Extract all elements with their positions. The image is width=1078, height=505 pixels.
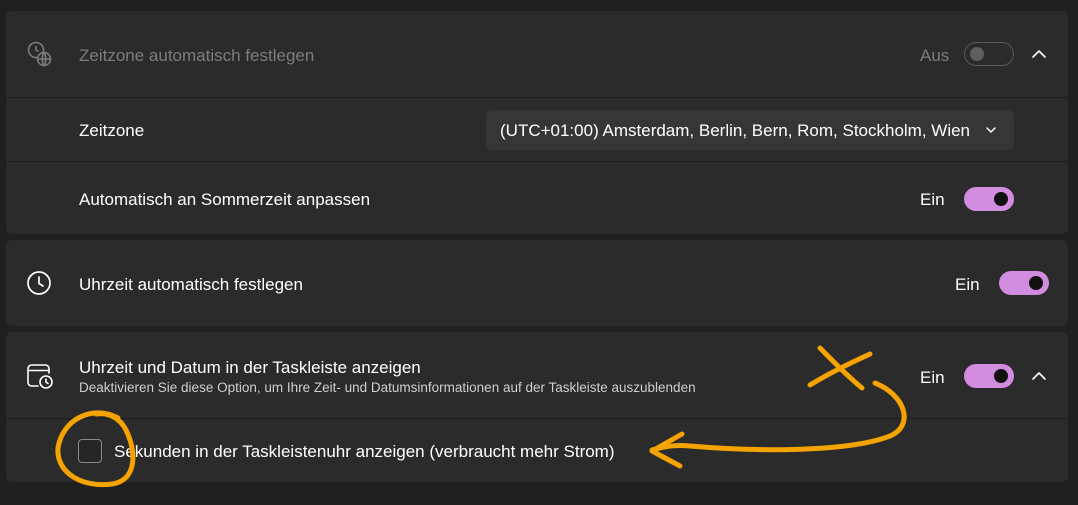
timezone-label: Zeitzone (79, 121, 145, 140)
seconds-checkbox[interactable] (78, 439, 102, 463)
chevron-down-icon (984, 123, 998, 137)
auto-time-state: Ein (955, 275, 980, 294)
timezone-dropdown[interactable]: (UTC+01:00) Amsterdam, Berlin, Bern, Rom… (486, 110, 1014, 150)
auto-timezone-label: Zeitzone automatisch festlegen (79, 46, 315, 65)
toggle-knob (994, 192, 1008, 206)
auto-timezone-state: Aus (920, 46, 950, 65)
dst-state: Ein (920, 190, 945, 209)
timezone-selected-value: (UTC+01:00) Amsterdam, Berlin, Bern, Rom… (500, 121, 971, 140)
toggle-knob (970, 47, 984, 61)
toggle-knob (1029, 276, 1043, 290)
chevron-up-icon[interactable] (1027, 364, 1051, 388)
auto-timezone-row: Zeitzone automatisch festlegen Aus (6, 11, 1068, 97)
seconds-option-row: Sekunden in der Taskleistenuhr anzeigen … (6, 419, 1068, 482)
seconds-option-label: Sekunden in der Taskleistenuhr anzeigen … (114, 442, 615, 461)
auto-time-label: Uhrzeit automatisch festlegen (79, 275, 303, 294)
taskbar-clock-label: Uhrzeit und Datum in der Taskleiste anze… (79, 358, 421, 377)
dst-toggle[interactable] (964, 187, 1014, 211)
timezone-card: Zeitzone automatisch festlegen Aus Zeitz… (6, 11, 1068, 234)
auto-timezone-toggle[interactable] (964, 42, 1014, 66)
taskbar-clock-row: Uhrzeit und Datum in der Taskleiste anze… (6, 332, 1068, 418)
dst-label: Automatisch an Sommerzeit anpassen (79, 190, 371, 209)
taskbar-clock-card: Uhrzeit und Datum in der Taskleiste anze… (6, 332, 1068, 482)
settings-page: Zeitzone automatisch festlegen Aus Zeitz… (0, 0, 1078, 505)
clock-icon (26, 270, 54, 298)
auto-time-card: Uhrzeit automatisch festlegen Ein (6, 240, 1068, 326)
auto-time-toggle[interactable] (999, 271, 1049, 295)
chevron-up-icon[interactable] (1027, 42, 1051, 66)
timezone-row: Zeitzone (UTC+01:00) Amsterdam, Berlin, … (6, 98, 1068, 161)
toggle-knob (994, 369, 1008, 383)
taskbar-clock-toggle[interactable] (964, 364, 1014, 388)
calendar-clock-icon (26, 362, 54, 390)
globe-clock-icon (26, 40, 54, 68)
dst-row: Automatisch an Sommerzeit anpassen Ein (6, 162, 1068, 234)
taskbar-clock-description: Deaktivieren Sie diese Option, um Ihre Z… (79, 380, 696, 395)
taskbar-clock-state: Ein (920, 368, 945, 387)
